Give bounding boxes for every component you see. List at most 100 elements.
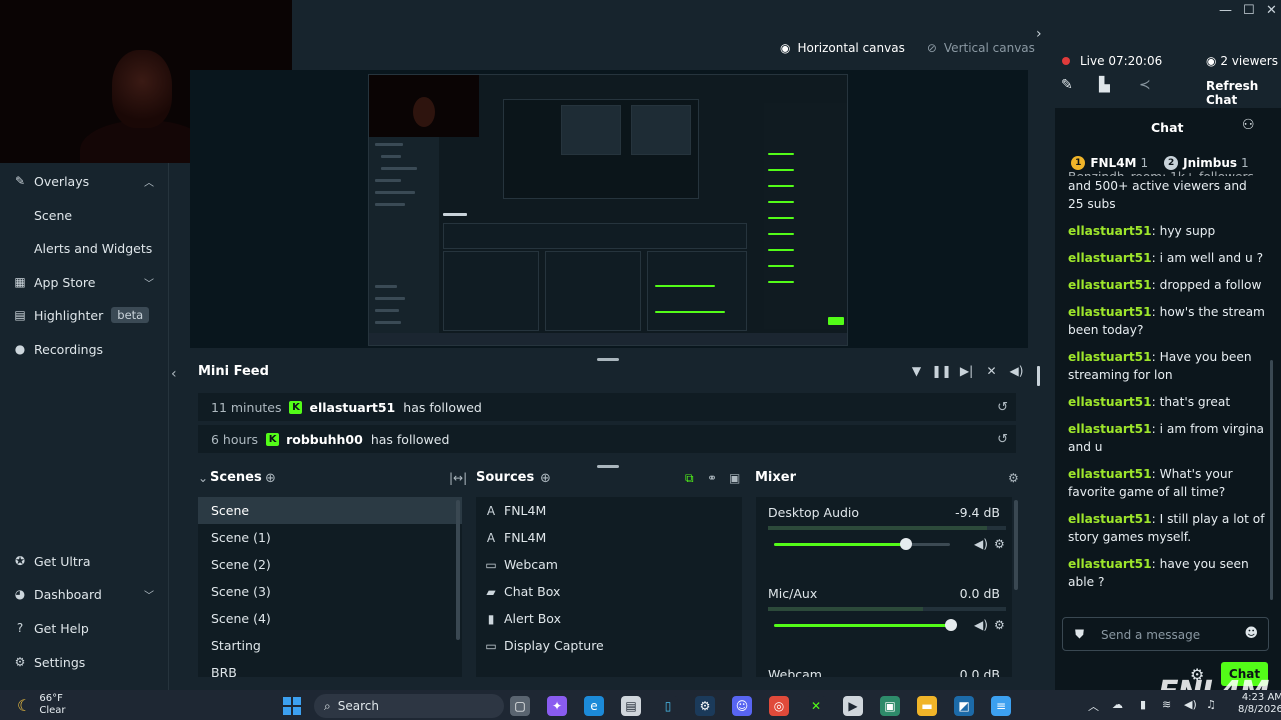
chevron-up-icon[interactable]: ︿ (1088, 698, 1099, 714)
sidebar-item-recordings[interactable]: ● Recordings (0, 335, 168, 363)
users-icon[interactable]: ⚇ (1242, 117, 1255, 133)
speaker-icon[interactable]: ◀) (974, 537, 988, 551)
sidebar-item-app-store[interactable]: ▦ App Store ﹀ (0, 268, 168, 296)
volume-icon[interactable]: ◀) (1004, 364, 1029, 378)
sidebar-item-get-ultra[interactable]: ✪ Get Ultra (0, 547, 168, 575)
folder-icon[interactable]: ▣ (729, 471, 740, 485)
bell-icon[interactable]: ♫ (1206, 698, 1216, 711)
replay-icon[interactable]: ↺ (997, 432, 1008, 447)
scene-item[interactable]: Scene (3) (198, 578, 462, 605)
streamlabs-icon[interactable]: ▣ (880, 696, 900, 716)
event-user[interactable]: ellastuart51 (309, 400, 395, 415)
source-item[interactable]: ▰ Chat Box (476, 578, 742, 605)
clip-icon[interactable]: ▙ (1099, 77, 1110, 93)
scene-item[interactable]: Scene (2) (198, 551, 462, 578)
scene-transition-icon[interactable]: |↔| (449, 471, 467, 485)
filter-icon[interactable]: ▼ (904, 364, 929, 378)
source-item[interactable]: ▭ Display Capture (476, 632, 742, 659)
store-icon[interactable]: ▤ (621, 696, 641, 716)
scroll-indicator[interactable] (1037, 366, 1040, 386)
maximize-icon[interactable]: ☐ (1243, 3, 1255, 18)
scene-item[interactable]: Scene (1) (198, 524, 462, 551)
stream-preview[interactable] (368, 74, 848, 346)
speaker-icon[interactable]: ◀) (1184, 698, 1197, 711)
minimize-icon[interactable]: — (1219, 3, 1232, 18)
source-item[interactable]: A FNL4M (476, 497, 742, 524)
source-link-icon[interactable]: ⧉ (685, 471, 694, 486)
media-icon[interactable]: ▶ (843, 696, 863, 716)
gear-icon[interactable]: ⚙ (1008, 471, 1019, 485)
chevron-down-icon[interactable]: ﹀ (144, 275, 154, 290)
task-view-icon[interactable]: ▢ (510, 696, 530, 716)
scene-item[interactable]: BRB (198, 659, 462, 677)
chevron-right-icon[interactable]: › (1036, 26, 1042, 42)
speaker-icon[interactable]: ◀) (974, 618, 988, 632)
source-item[interactable]: ▮ Alert Box (476, 605, 742, 632)
sidebar-item-get-help[interactable]: ? Get Help (0, 614, 168, 642)
resize-handle[interactable] (597, 358, 619, 361)
gear-icon[interactable]: ⚙ (994, 618, 1005, 632)
source-label: Alert Box (504, 611, 561, 626)
chevron-down-icon[interactable]: ⌄ (198, 471, 208, 485)
mixer-scrollbar[interactable] (1014, 500, 1018, 590)
share-icon[interactable]: ≺ (1139, 77, 1151, 93)
chat-message: Benzindh_room: 1k+ followers (1068, 168, 1266, 176)
discord-icon[interactable]: ☺ (732, 696, 752, 716)
volume-slider[interactable] (774, 619, 957, 631)
skip-icon[interactable]: ▶| (954, 364, 979, 378)
edge-icon[interactable]: e (584, 696, 604, 716)
eye-icon: ◉ (1206, 54, 1217, 68)
xbox-icon[interactable]: ✕ (806, 696, 826, 716)
scene-item[interactable]: Scene (4) (198, 605, 462, 632)
steam-icon[interactable]: ⚙ (695, 696, 715, 716)
mute-alerts-icon[interactable]: ✕ (979, 364, 1004, 378)
refresh-chat-button[interactable]: Refresh Chat (1206, 79, 1281, 107)
weather-widget[interactable]: ☾ 66°F Clear (17, 693, 66, 717)
scenes-scrollbar[interactable] (456, 500, 460, 640)
chat-message-input[interactable] (1101, 626, 1241, 644)
chat-scrollbar[interactable] (1270, 360, 1273, 600)
cloud-icon[interactable]: ☁ (1112, 698, 1123, 711)
chevron-up-icon[interactable]: ︿ (144, 174, 154, 189)
chat-message: and 500+ active viewers and 25 subs (1068, 179, 1247, 211)
app-icon[interactable]: ▯ (658, 696, 678, 716)
add-scene-icon[interactable]: ⊕ (265, 471, 276, 486)
taskbar-clock[interactable]: 4:23 AM 8/8/2026 (1238, 692, 1281, 716)
copilot-icon[interactable]: ✦ (547, 696, 567, 716)
chevron-down-icon[interactable]: ﹀ (144, 587, 154, 602)
sidebar-item-scene[interactable]: Scene (0, 201, 168, 229)
source-item[interactable]: A FNL4M (476, 524, 742, 551)
chrome-icon[interactable]: ◎ (769, 696, 789, 716)
shield-icon: ⛊ (1075, 627, 1085, 641)
overlays-icon: ✎ (14, 174, 26, 188)
gear-icon[interactable]: ⚙ (994, 537, 1005, 551)
emoji-icon[interactable]: ☻ (1244, 626, 1258, 641)
sidebar-item-dashboard[interactable]: ◕ Dashboard ﹀ (0, 580, 168, 608)
edit-icon[interactable]: ✎ (1061, 77, 1073, 93)
tab-horizontal-canvas[interactable]: ◉ Horizontal canvas (780, 41, 905, 55)
scene-item[interactable]: Scene (198, 497, 462, 524)
notepad-icon[interactable]: ≡ (991, 696, 1011, 716)
windows-start-icon[interactable] (283, 697, 301, 715)
sidebar-item-settings[interactable]: ⚙ Settings (0, 648, 168, 676)
wifi-icon[interactable]: ≋ (1162, 698, 1171, 711)
replay-icon[interactable]: ↺ (997, 400, 1008, 415)
app-icon[interactable]: ◩ (954, 696, 974, 716)
battery-icon[interactable]: ▮ (1140, 698, 1146, 711)
source-item[interactable]: ▭ Webcam (476, 551, 742, 578)
close-icon[interactable]: ✕ (1266, 3, 1277, 18)
scene-item[interactable]: Starting (198, 632, 462, 659)
sidebar-item-alerts-widgets[interactable]: Alerts and Widgets (0, 234, 168, 262)
sidebar-item-highlighter[interactable]: ▤ Highlighter beta (0, 301, 168, 329)
resize-handle[interactable] (597, 465, 619, 468)
event-user[interactable]: robbuhh00 (286, 432, 363, 447)
pause-icon[interactable]: ❚❚ (929, 364, 954, 378)
add-source-icon[interactable]: ⊕ (540, 471, 551, 486)
file-explorer-icon[interactable]: ▬ (917, 696, 937, 716)
source-group-icon[interactable]: ⚭ (707, 471, 717, 485)
volume-slider[interactable] (774, 538, 950, 550)
tab-vertical-canvas[interactable]: ⊘ Vertical canvas (927, 41, 1035, 55)
taskbar-search[interactable]: ⌕ Search (314, 694, 504, 718)
chevron-left-icon[interactable]: ‹ (171, 366, 177, 382)
sidebar-item-overlays[interactable]: ✎ Overlays ︿ (0, 167, 168, 195)
